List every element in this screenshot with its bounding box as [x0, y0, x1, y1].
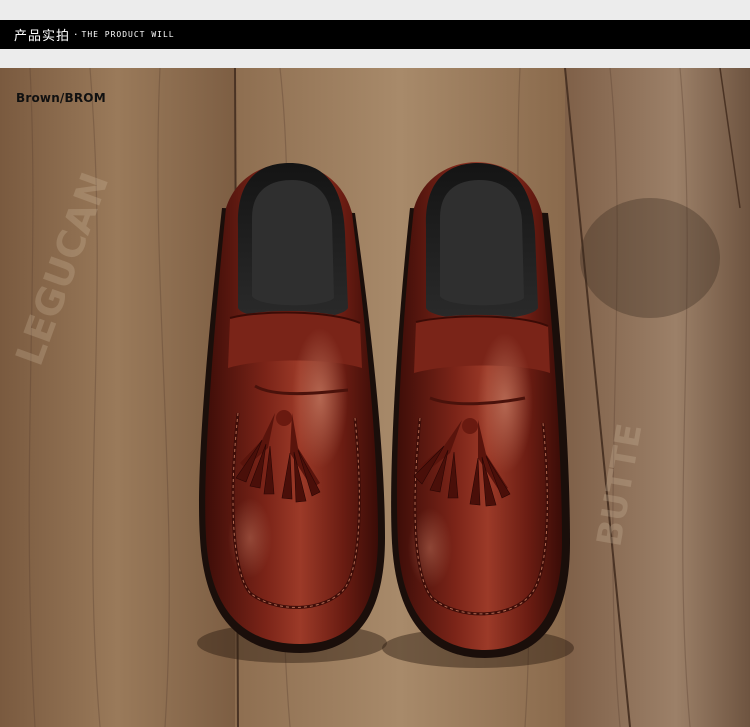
right-shoe: [382, 162, 574, 668]
header-separator: ·: [74, 28, 78, 41]
color-variant-label: Brown/BROM: [16, 91, 106, 105]
product-photo: LEGUCAN BUTTE: [0, 68, 750, 727]
left-shoe: [197, 163, 387, 663]
header-title-zh: 产品实拍: [14, 29, 71, 44]
header-title-en: THE PRODUCT WILL: [81, 30, 175, 39]
header-bar: 产品实拍 · THE PRODUCT WILL: [0, 20, 750, 49]
shoes-on-wood-image: LEGUCAN BUTTE: [0, 68, 750, 727]
